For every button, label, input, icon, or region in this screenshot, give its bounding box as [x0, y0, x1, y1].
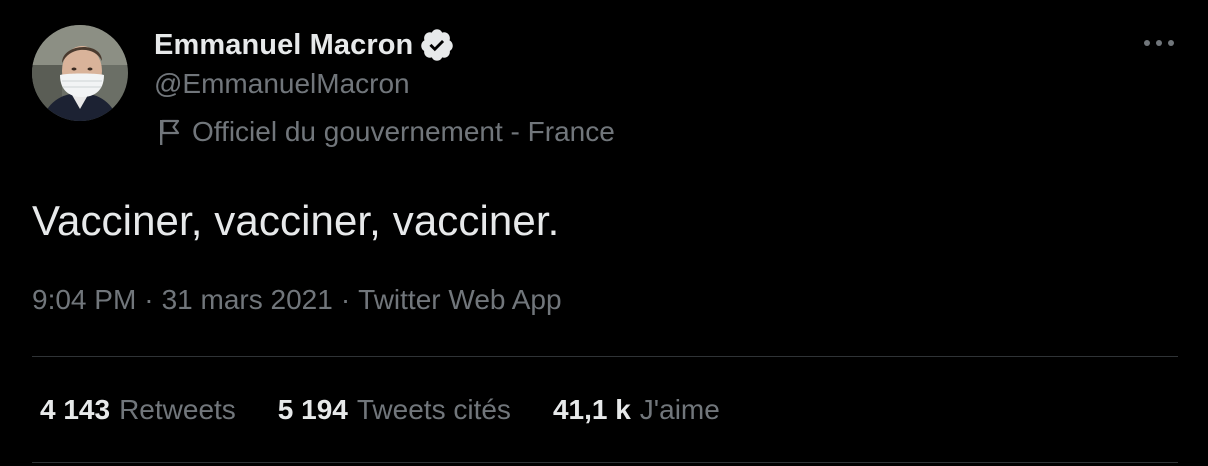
display-name[interactable]: Emmanuel Macron [154, 29, 413, 62]
quote-tweets-label: Tweets cités [356, 394, 511, 425]
tweet-time[interactable]: 9:04 PM [32, 284, 136, 316]
divider [32, 356, 1178, 357]
flag-icon [156, 117, 182, 147]
tweet-detail: Emmanuel Macron @EmmanuelMacron Officiel… [0, 0, 1208, 466]
quote-tweets-count: 5 194 [277, 394, 348, 425]
meta-separator: · [144, 284, 154, 315]
divider [32, 462, 1178, 463]
tweet-metadata: 9:04 PM · 31 mars 2021 · Twitter Web App [32, 284, 562, 316]
likes-count: 41,1 k [552, 394, 631, 425]
more-options-icon[interactable] [1140, 28, 1180, 58]
author-block: Emmanuel Macron @EmmanuelMacron [154, 26, 455, 100]
likes-stat[interactable]: 41,1 k J'aime [553, 394, 720, 426]
user-handle[interactable]: @EmmanuelMacron [154, 68, 455, 100]
tweet-date[interactable]: 31 mars 2021 [162, 284, 333, 316]
verified-badge-icon [419, 27, 455, 63]
retweets-count: 4 143 [40, 394, 111, 425]
name-row: Emmanuel Macron [154, 26, 455, 64]
tweet-source[interactable]: Twitter Web App [358, 284, 561, 316]
avatar-photo [32, 25, 128, 121]
avatar[interactable] [32, 25, 128, 121]
meta-separator: · [340, 284, 351, 315]
tweet-text: Vacciner, vacciner, vacciner. [32, 197, 560, 244]
retweets-stat[interactable]: 4 143 Retweets [40, 394, 236, 426]
engagement-stats: 4 143 Retweets 5 194 Tweets cités 41,1 k… [40, 394, 762, 426]
retweets-label: Retweets [119, 394, 236, 425]
affiliation-label: Officiel du gouvernement - France [156, 116, 615, 148]
quote-tweets-stat[interactable]: 5 194 Tweets cités [278, 394, 511, 426]
affiliation-text: Officiel du gouvernement - France [192, 116, 615, 147]
likes-label: J'aime [639, 394, 720, 425]
